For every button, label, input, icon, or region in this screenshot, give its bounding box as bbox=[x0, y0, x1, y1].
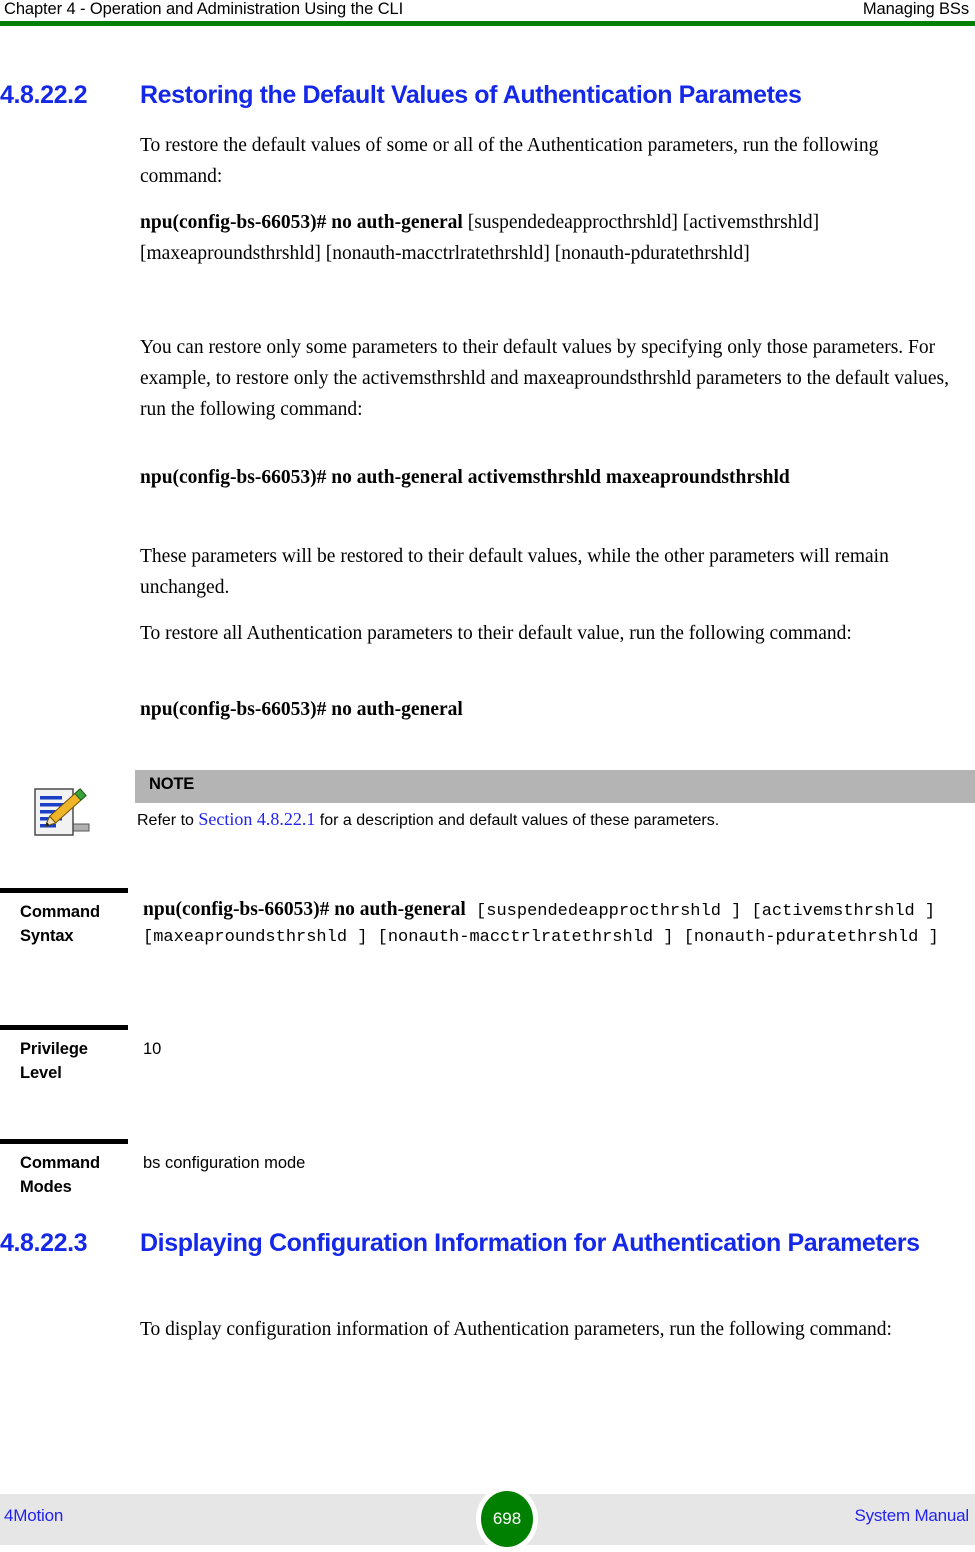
header-section-title: Managing BSs bbox=[862, 0, 969, 18]
paragraph-display-config: To display configuration information of … bbox=[140, 1319, 892, 1340]
note-text-before: Refer to bbox=[137, 812, 199, 829]
row-label-line-2: Level bbox=[20, 1064, 62, 1082]
command-block-2: npu(config-bs-66053)# no auth-general ac… bbox=[140, 462, 962, 493]
footer-page-number: 698 bbox=[481, 1491, 533, 1547]
row-rule bbox=[0, 1025, 128, 1030]
row-label-privilege-level: Privilege Level bbox=[20, 1037, 132, 1085]
command-block-3: npu(config-bs-66053)# no auth-general bbox=[140, 694, 962, 725]
page-footer: 4Motion 698 System Manual bbox=[0, 1486, 975, 1552]
row-label-line-1: Command bbox=[20, 1154, 100, 1172]
command-block-1: npu(config-bs-66053)# no auth-general [s… bbox=[140, 207, 962, 269]
section-heading-4-8-22-3: 4.8.22.3 Displaying Configuration Inform… bbox=[0, 1228, 975, 1258]
section-heading-4-8-22-2: 4.8.22.2 Restoring the Default Values of… bbox=[0, 80, 975, 110]
section-title: Restoring the Default Values of Authenti… bbox=[140, 81, 802, 109]
row-label-line-1: Privilege bbox=[20, 1040, 88, 1058]
row-value-privilege-level: 10 bbox=[143, 1040, 162, 1058]
paragraph-restore-intro: To restore the default values of some or… bbox=[140, 135, 879, 187]
row-rule bbox=[0, 888, 128, 893]
row-label-command-syntax: Command Syntax bbox=[20, 900, 132, 948]
footer-product-name: 4Motion bbox=[4, 1506, 64, 1525]
command-1-bold: npu(config-bs-66053)# no auth-general bbox=[140, 212, 463, 233]
row-value-command-modes: bs configuration mode bbox=[143, 1154, 306, 1172]
section-number: 4.8.22.2 bbox=[0, 81, 88, 109]
paragraph-restored-unchanged: These parameters will be restored to the… bbox=[140, 546, 889, 598]
note-header-bar: NOTE bbox=[135, 770, 975, 803]
note-pencil-icon bbox=[30, 780, 96, 842]
paragraph-restore-some: You can restore only some parameters to … bbox=[140, 337, 950, 420]
footer-manual-name: System Manual bbox=[854, 1506, 969, 1525]
note-text: Refer to Section 4.8.22.1 for a descript… bbox=[137, 808, 967, 832]
row-label-line-2: Modes bbox=[20, 1178, 72, 1196]
row-rule bbox=[0, 1139, 128, 1144]
row-label-line-2: Syntax bbox=[20, 927, 74, 945]
note-section-link[interactable]: Section 4.8.22.1 bbox=[198, 809, 315, 829]
command-2-bold: npu(config-bs-66053)# no auth-general ac… bbox=[140, 467, 790, 488]
header-green-rule bbox=[0, 21, 975, 26]
footer-page-badge-ring: 698 bbox=[476, 1486, 538, 1552]
row-label-command-modes: Command Modes bbox=[20, 1151, 132, 1199]
note-label: NOTE bbox=[149, 775, 195, 793]
section-title: Displaying Configuration Information for… bbox=[140, 1229, 920, 1257]
command-3-bold: npu(config-bs-66053)# no auth-general bbox=[140, 699, 463, 720]
row-label-line-1: Command bbox=[20, 903, 100, 921]
row-value-command-syntax: npu(config-bs-66053)# no auth-general [s… bbox=[143, 897, 963, 951]
syntax-bold-prefix: npu(config-bs-66053)# no auth-general bbox=[143, 899, 466, 920]
section-number: 4.8.22.3 bbox=[0, 1229, 88, 1257]
paragraph-restore-all: To restore all Authentication parameters… bbox=[140, 623, 852, 644]
header-chapter-title: Chapter 4 - Operation and Administration… bbox=[4, 0, 404, 18]
note-text-after: for a description and default values of … bbox=[315, 812, 720, 829]
